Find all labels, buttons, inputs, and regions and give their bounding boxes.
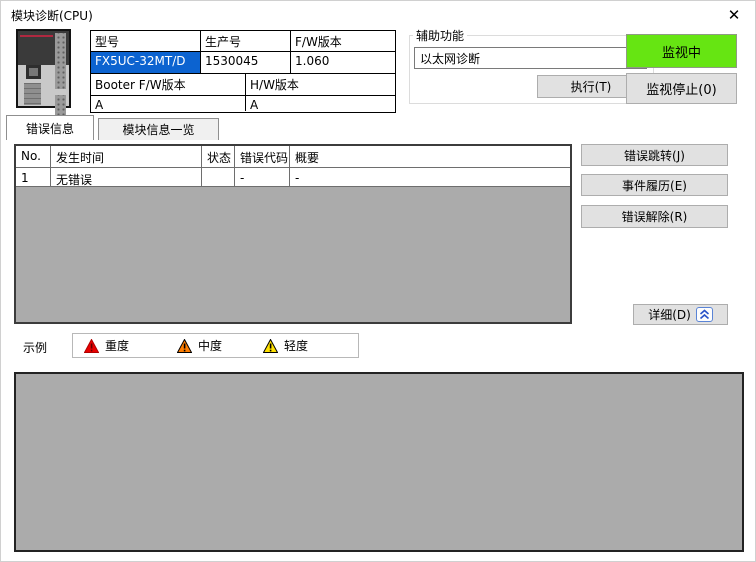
monitor-stop-button[interactable]: 监视停止(0) <box>626 73 737 104</box>
severe-warning-icon <box>84 339 99 353</box>
serial-value: 1530045 <box>201 52 291 73</box>
legend-item-severe: 重度 <box>84 337 129 354</box>
legend-light-label: 轻度 <box>284 337 308 354</box>
module-connector-strip-top <box>55 33 66 89</box>
model-value-selected[interactable]: FX5UC-32MT/D <box>91 52 201 73</box>
legend-item-moderate: 中度 <box>177 337 222 354</box>
booter-fw-header: Booter F/W版本 <box>91 74 246 95</box>
col-no: No. <box>16 146 51 167</box>
moderate-warning-icon <box>177 339 192 353</box>
tab-error-info[interactable]: 错误信息 <box>6 115 94 140</box>
error-list-panel: No. 发生时间 状态 错误代码 概要 1 无错误 - - <box>14 144 572 324</box>
error-table-row[interactable]: 1 无错误 - - <box>16 168 570 187</box>
legend-item-light: 轻度 <box>263 337 308 354</box>
aux-function-label: 辅助功能 <box>413 27 467 44</box>
titlebar: 模块诊断(CPU) ✕ <box>1 1 755 29</box>
detail-button[interactable]: 详细(D) <box>633 304 728 325</box>
aux-function-group: 辅助功能 以太网诊断 执行(T) <box>409 35 654 104</box>
light-warning-icon <box>263 339 278 353</box>
monitoring-status-button[interactable]: 监视中 <box>626 34 737 68</box>
window-title: 模块诊断(CPU) <box>11 7 93 24</box>
legend-moderate-label: 中度 <box>198 337 222 354</box>
error-clear-button[interactable]: 错误解除(R) <box>581 205 728 228</box>
booter-fw-value: A <box>91 96 246 111</box>
col-error-code: 错误代码 <box>235 146 290 167</box>
module-red-stripe <box>20 35 53 37</box>
module-diagnostics-dialog: 模块诊断(CPU) ✕ 型号 生产号 F/W版本 FX5UC-32MT/D 15… <box>0 0 756 562</box>
legend-label: 示例 <box>23 339 47 356</box>
cell-occurrence-time: 无错误 <box>51 168 202 186</box>
legend-severe-label: 重度 <box>105 337 129 354</box>
cell-status <box>202 168 235 186</box>
module-lower-connector <box>24 83 41 105</box>
cell-no: 1 <box>16 168 51 186</box>
detail-button-label: 详细(D) <box>648 306 691 323</box>
module-thumbnail-image <box>16 29 71 108</box>
col-summary: 概要 <box>290 146 570 167</box>
detail-display-panel <box>14 372 744 552</box>
col-status: 状态 <box>202 146 235 167</box>
severity-legend: 重度 中度 轻度 <box>72 333 359 358</box>
fw-value: 1.060 <box>291 52 395 73</box>
col-occurrence-time: 发生时间 <box>51 146 202 167</box>
aux-function-dropdown[interactable]: 以太网诊断 <box>414 47 647 69</box>
tab-module-info-list[interactable]: 模块信息一览 <box>98 118 219 140</box>
hw-value: A <box>246 96 395 111</box>
event-history-button[interactable]: 事件履历(E) <box>581 174 728 196</box>
chevron-double-up-icon <box>696 307 713 322</box>
aux-function-selected-value: 以太网诊断 <box>420 50 480 67</box>
close-icon[interactable]: ✕ <box>717 3 751 27</box>
error-table-header: No. 发生时间 状态 错误代码 概要 <box>16 146 570 168</box>
fw-header: F/W版本 <box>291 31 395 51</box>
cell-error-code: - <box>235 168 290 186</box>
error-jump-button[interactable]: 错误跳转(J) <box>581 144 728 166</box>
model-header: 型号 <box>91 31 201 51</box>
module-port <box>26 65 41 79</box>
serial-header: 生产号 <box>201 31 291 51</box>
module-info-table: 型号 生产号 F/W版本 FX5UC-32MT/D 1530045 1.060 … <box>90 30 396 113</box>
hw-header: H/W版本 <box>246 74 395 95</box>
cell-summary: - <box>290 168 570 186</box>
